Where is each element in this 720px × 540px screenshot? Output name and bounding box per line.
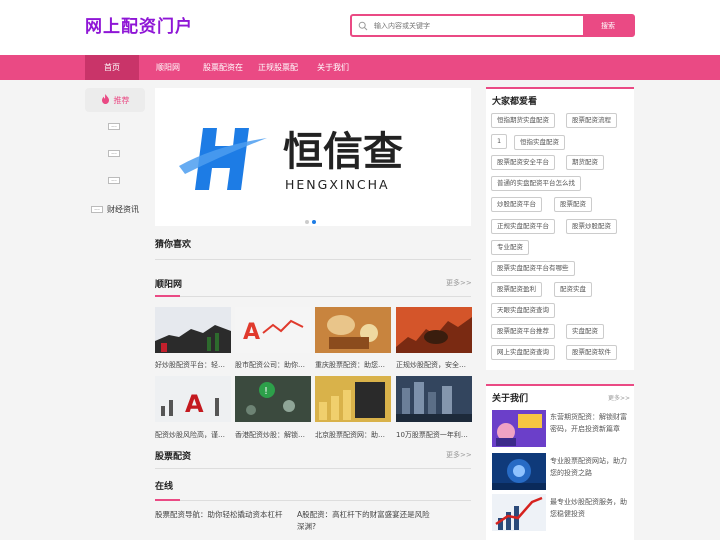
section-title-online: 在线 xyxy=(155,482,174,492)
divider xyxy=(155,259,471,260)
thumb-image[interactable] xyxy=(155,307,231,353)
left-nav-category[interactable]: ... 财经资讯 xyxy=(91,204,139,215)
thumb-caption[interactable]: 重庆股票配资：助您投资 xyxy=(315,360,391,370)
tag[interactable]: 恒指期货实盘配资 xyxy=(491,113,555,128)
about-title: 关于我们 xyxy=(492,394,529,404)
left-nav-item[interactable]: ... xyxy=(108,150,120,157)
svg-text:A: A xyxy=(243,320,260,345)
fire-icon xyxy=(101,94,110,106)
thumb-caption[interactable]: 股市配资公司：助你实现 xyxy=(235,360,311,370)
carousel-dots xyxy=(305,217,319,226)
tag[interactable]: 配资实盘 xyxy=(554,282,592,297)
tag[interactable]: 恒指实盘配资 xyxy=(514,135,565,150)
thumb-image[interactable] xyxy=(315,307,391,353)
more-link-shunyang[interactable]: 更多>> xyxy=(446,278,472,288)
tag[interactable]: 正规实盘配资平台 xyxy=(491,219,555,234)
thumb-caption[interactable]: 正规炒股配资，安全可靠 xyxy=(396,360,472,370)
tag[interactable]: 股票配资安全平台 xyxy=(491,155,555,170)
nav-item-stock-finance[interactable]: 股票配资在 xyxy=(199,55,247,80)
banner-brand-en: HENGXINCHA xyxy=(285,177,390,192)
popular-panel: 大家都爱看 恒指期货实盘配资 股票配资流程 1 恒指实盘配资 股票配资安全平台 … xyxy=(486,87,634,370)
news-item[interactable]: A股配资：高杠杆下的财富盛宴还是风险深渊? xyxy=(297,509,432,533)
about-more-link[interactable]: 更多>> xyxy=(608,393,630,402)
popular-title: 大家都爱看 xyxy=(492,97,538,107)
tag[interactable]: 网上实盘配资查询 xyxy=(491,345,555,360)
thumb-image[interactable] xyxy=(315,376,391,422)
main-nav: 首页 顺阳网 股票配资在 正规股票配 关于我们 xyxy=(0,55,720,80)
tag[interactable]: 股票配资流程 xyxy=(566,113,617,128)
category-label: 财经资讯 xyxy=(107,205,139,214)
thumb-image[interactable]: A xyxy=(235,307,311,353)
thumb-caption[interactable]: 配资炒股风险高，谨慎操作 xyxy=(155,430,231,440)
tag[interactable]: 普通的实盘配资平台怎么找 xyxy=(491,176,581,191)
thumb-image[interactable]: A xyxy=(155,376,231,422)
tag[interactable]: 股票配资平台推荐 xyxy=(491,324,555,339)
tag[interactable]: 股票炒股配资 xyxy=(566,219,617,234)
nav-item-about[interactable]: 关于我们 xyxy=(312,55,354,80)
tag[interactable]: 炒股配资平台 xyxy=(491,197,542,212)
news-item[interactable]: 股票配资导航：助你轻松撬动资本杠杆 xyxy=(155,509,290,521)
about-item-text[interactable]: 东营期货配资：解锁财富密码，开启投资新篇章 xyxy=(550,411,630,435)
category-dot: ... xyxy=(91,206,103,213)
search-button[interactable]: 搜索 xyxy=(583,16,633,35)
thumb-caption[interactable]: 好炒股配资平台：轻松掌握 xyxy=(155,360,231,370)
tag[interactable]: 天眼实盘配资查询 xyxy=(491,303,555,318)
tag[interactable]: 期货配资 xyxy=(566,155,604,170)
carousel-dot[interactable] xyxy=(305,220,309,224)
tag[interactable]: 股票配资 xyxy=(554,197,592,212)
left-nav-item[interactable]: ... xyxy=(108,123,120,130)
hengxincha-logo: 恒信查 HENGXINCHA xyxy=(179,128,403,192)
thumb-caption[interactable]: 10万股票配资一年利息多少 xyxy=(396,430,472,440)
nav-item-home[interactable]: 首页 xyxy=(85,55,139,80)
divider xyxy=(155,468,471,469)
search-icon xyxy=(352,16,374,35)
svg-text:!: ! xyxy=(264,386,268,397)
search-box: 搜索 xyxy=(350,14,635,37)
left-nav-item[interactable]: ... xyxy=(108,177,120,184)
more-link-stock[interactable]: 更多>> xyxy=(446,450,472,460)
about-item-text[interactable]: 专业股票配资网站，助力您的投资之路 xyxy=(550,455,630,479)
section-title-stock: 股票配资 xyxy=(155,452,192,462)
thumb-image[interactable] xyxy=(396,376,472,422)
thumb-caption[interactable]: 香港配资炒股：解锁投资 xyxy=(235,430,311,440)
divider xyxy=(155,500,471,501)
tag[interactable]: 1 xyxy=(491,134,508,149)
tag[interactable]: 股票实盘配资平台有哪些 xyxy=(491,261,575,276)
section-title-shunyang: 顺阳网 xyxy=(155,280,183,290)
divider xyxy=(155,296,471,297)
tag[interactable]: 股票配资软件 xyxy=(566,345,617,360)
carousel-dot-active[interactable] xyxy=(312,220,316,224)
about-thumb[interactable] xyxy=(492,410,546,447)
thumb-caption[interactable]: 北京股票配资网：助力投资 xyxy=(315,430,391,440)
header: 网上配资门户 搜索 xyxy=(0,0,720,55)
search-input[interactable] xyxy=(374,16,583,35)
about-thumb[interactable] xyxy=(492,453,546,490)
about-thumb[interactable] xyxy=(492,494,546,531)
site-logo[interactable]: 网上配资门户 xyxy=(85,12,193,37)
recommend-button[interactable]: 推荐 xyxy=(85,88,145,112)
nav-item-shunyang[interactable]: 顺阳网 xyxy=(148,55,188,80)
about-panel: 关于我们 更多>> 东营期货配资：解锁财富密码，开启投资新篇章 专业股票配资网站… xyxy=(486,384,634,540)
thumb-image[interactable]: ! xyxy=(235,376,311,422)
section-accent xyxy=(155,499,180,501)
section-accent xyxy=(155,295,180,297)
tag[interactable]: 专业配资 xyxy=(491,240,529,255)
svg-text:A: A xyxy=(185,390,204,418)
tag[interactable]: 股票配资盈利 xyxy=(491,282,542,297)
banner-brand-cn: 恒信查 xyxy=(283,129,403,175)
tag[interactable]: 实盘配资 xyxy=(566,324,604,339)
nav-item-regular-stock[interactable]: 正规股票配 xyxy=(254,55,302,80)
section-title-guess: 猜你喜欢 xyxy=(155,240,192,250)
thumb-image[interactable] xyxy=(396,307,472,353)
recommend-label: 推荐 xyxy=(113,95,130,105)
about-item-text[interactable]: 最专业炒股配资服务，助您稳健投资 xyxy=(550,496,630,520)
banner-carousel[interactable]: 恒信查 HENGXINCHA xyxy=(155,88,471,226)
